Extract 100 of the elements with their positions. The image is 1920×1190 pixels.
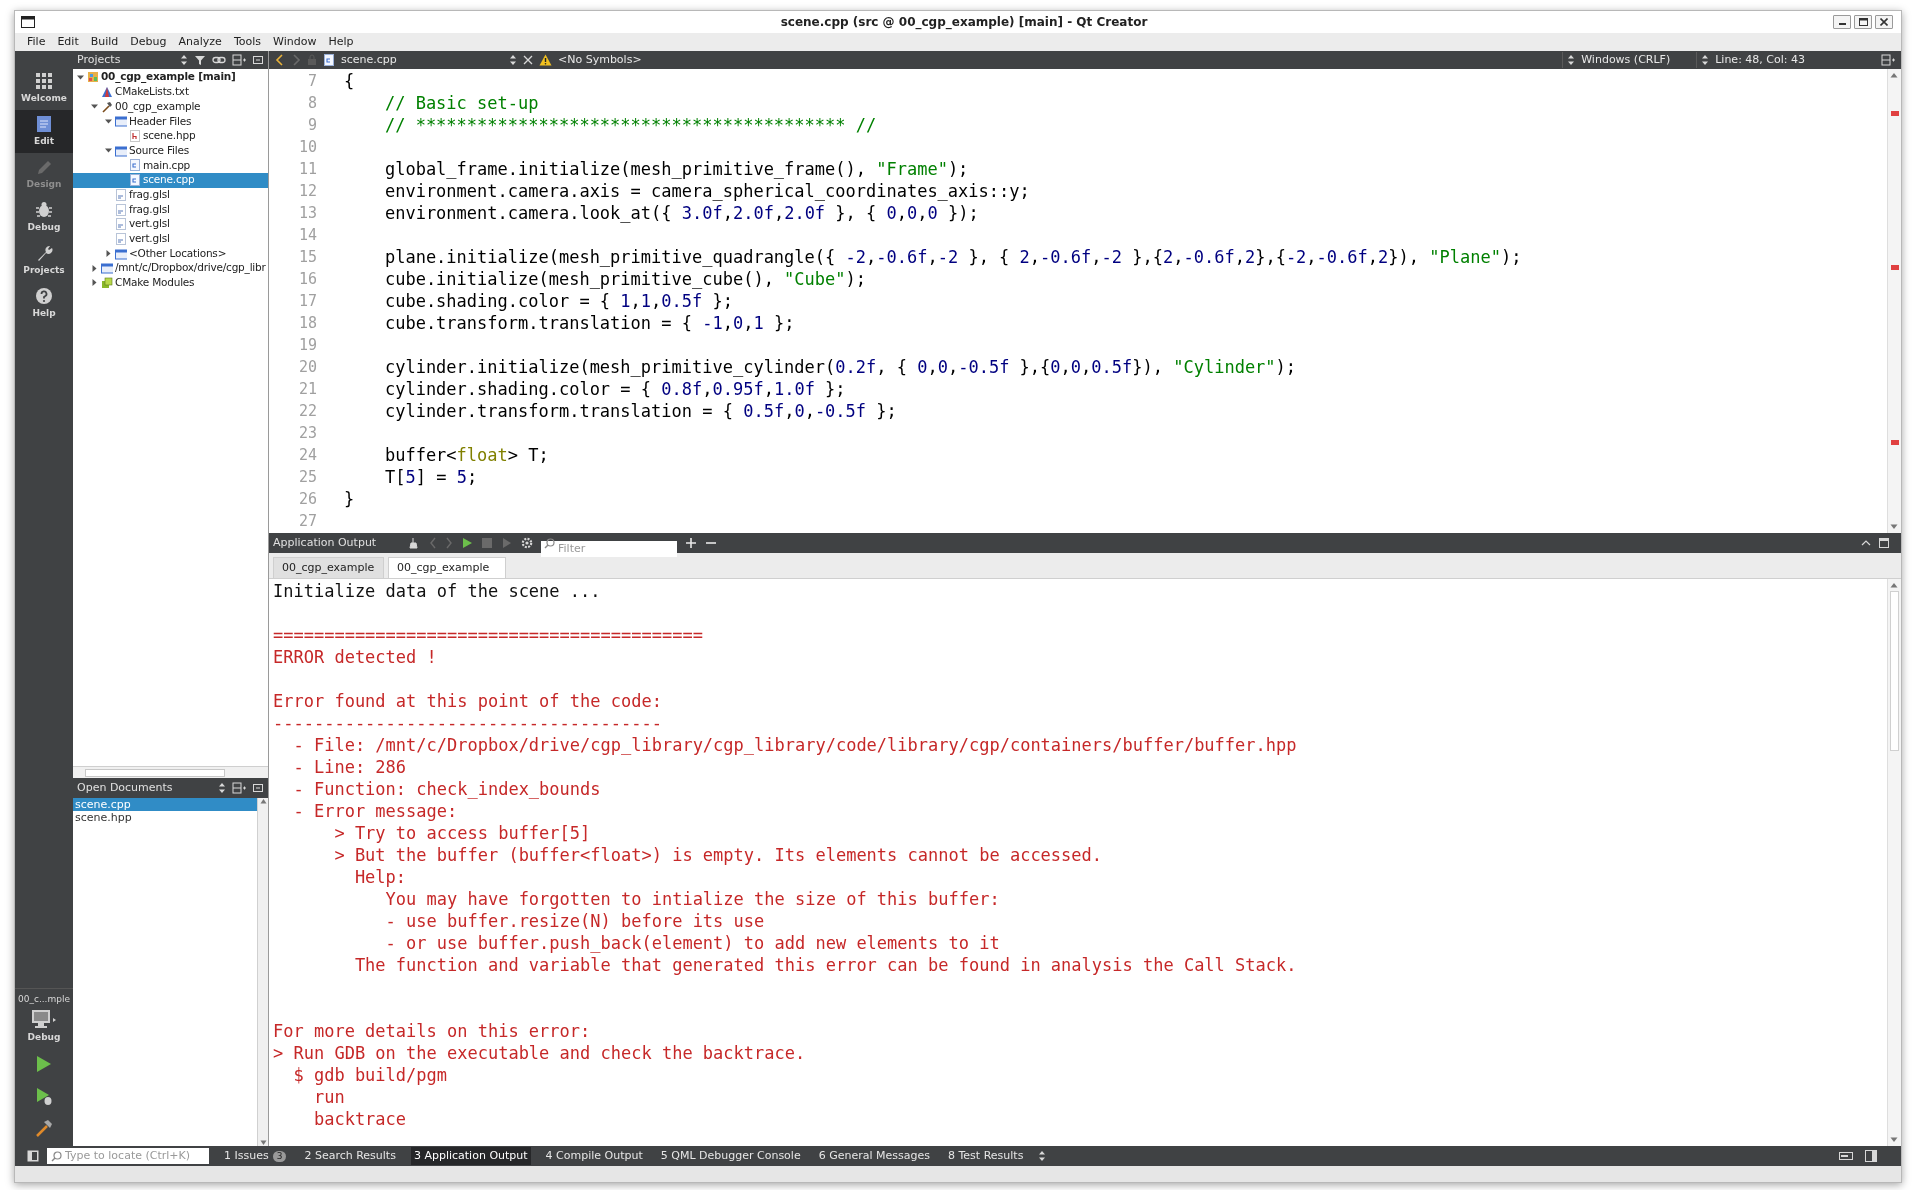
modules-icon — [101, 276, 113, 289]
tree-item[interactable]: Source Files — [73, 143, 268, 159]
menu-item[interactable]: Build — [90, 33, 119, 51]
maximize-button[interactable] — [1854, 15, 1872, 29]
document-item[interactable]: scene.hpp — [73, 811, 257, 824]
symbol-selector[interactable]: <No Symbols> — [558, 51, 642, 69]
output-pane-button[interactable]: 8 Test Results — [945, 1147, 1027, 1165]
mode-button[interactable]: Help — [15, 282, 73, 325]
plus-icon[interactable] — [685, 537, 697, 549]
menu-item[interactable]: File — [27, 33, 46, 51]
tree-item[interactable]: frag.glsl — [73, 202, 268, 217]
output-pane-button[interactable]: 6 General Messages — [815, 1147, 933, 1165]
folder-icon — [115, 247, 127, 260]
error-marker — [1891, 111, 1899, 116]
code-line: cylinder.initialize(mesh_primitive_cylinder(0.2f, { 0,0,-0.5f },{0,0,0.5f}), "Cylinder"); — [383, 356, 1298, 378]
settings-icon[interactable] — [521, 537, 533, 549]
file-selector[interactable]: scene.cpp — [341, 51, 517, 69]
tree-item[interactable]: frag.glsl — [73, 187, 268, 203]
progress-icon[interactable] — [1839, 1150, 1853, 1162]
tree-item[interactable]: vert.glsl — [73, 231, 268, 247]
menu-item[interactable]: Help — [328, 33, 354, 51]
tree-item[interactable]: <Other Locations> — [73, 246, 268, 261]
output-pane-button[interactable]: 4 Compile Output — [542, 1147, 646, 1165]
window-title: scene.cpp (src @ 00_cgp_example) [main] - Qt Creator — [780, 14, 1148, 31]
sort-icon[interactable] — [218, 782, 226, 794]
scroll-down-icon[interactable] — [1890, 524, 1898, 530]
sidebar-toggle-icon[interactable] — [1865, 1150, 1877, 1162]
line-number: 17 — [297, 291, 317, 312]
close-icon — [1880, 18, 1888, 26]
close-icon[interactable] — [523, 55, 533, 65]
close-pane-icon[interactable] — [252, 54, 264, 66]
split-icon[interactable] — [232, 782, 246, 794]
locate-field[interactable]: Type to locate (Ctrl+K) — [47, 1148, 209, 1165]
tree-item[interactable]: CMakeLists.txt — [73, 84, 268, 100]
tree-item[interactable]: 00_cgp_example [main] — [73, 70, 268, 85]
line-number: 27 — [297, 511, 317, 532]
output-line: For more details on this error: — [273, 1020, 592, 1042]
output-tab[interactable]: 00_cgp_example — [273, 557, 384, 578]
tree-item[interactable]: vert.glsl — [73, 216, 268, 232]
menu-item[interactable]: Edit — [57, 33, 79, 51]
folder-icon — [115, 144, 127, 157]
maximize-icon — [1858, 18, 1868, 26]
code-line: cube.transform.translation = { -1,0,1 }; — [383, 312, 796, 334]
document-item[interactable]: scene.cpp — [73, 798, 257, 811]
split-icon[interactable] — [1881, 54, 1895, 66]
tree-item[interactable]: 00_cgp_example — [73, 99, 268, 115]
output-line: - Function: check_index_bounds — [292, 778, 602, 800]
menu-item[interactable]: Tools — [233, 33, 261, 51]
mode-button[interactable]: Debug — [15, 196, 73, 239]
output-pane-button[interactable]: 5 QML Debugger Console — [657, 1147, 804, 1165]
output-pane-button[interactable]: 2 Search Results — [301, 1147, 399, 1165]
line-ending-selector[interactable]: Windows (CRLF) — [1562, 51, 1671, 69]
play-icon[interactable] — [461, 537, 473, 549]
close-pane-icon[interactable] — [252, 782, 264, 794]
mode-button[interactable]: Welcome — [15, 67, 73, 110]
tree-item[interactable]: Header Files — [73, 114, 268, 129]
hammer-icon — [34, 1118, 54, 1138]
scroll-up-icon[interactable] — [1890, 582, 1898, 588]
filter-icon[interactable] — [194, 54, 206, 66]
tree-item[interactable]: scene.cpp — [73, 172, 268, 188]
cursor-position[interactable]: Line: 48, Col: 43 — [1696, 51, 1805, 69]
output-tab[interactable]: 00_cgp_example — [388, 557, 506, 578]
updown-icon — [1567, 54, 1576, 66]
folder-icon — [115, 115, 127, 128]
code-line: T[5] = 5; — [383, 466, 479, 488]
output-pane-button[interactable]: 3 Application Output — [410, 1147, 531, 1165]
menu-item[interactable]: Debug — [130, 33, 167, 51]
scroll-thumb[interactable] — [1890, 591, 1899, 751]
tree-item[interactable]: main.cpp — [73, 158, 268, 173]
link-icon[interactable] — [212, 54, 226, 66]
back-icon[interactable] — [275, 54, 285, 66]
minimize-button[interactable] — [1833, 15, 1851, 29]
tree-item[interactable]: CMake Modules — [73, 275, 268, 291]
output-line: backtrace — [312, 1108, 408, 1130]
output-line: > But the buffer (buffer<float>) is empty. Its elements cannot be accessed. — [333, 844, 1104, 866]
collapse-icon[interactable] — [1861, 538, 1871, 548]
clear-icon[interactable] — [409, 537, 421, 549]
output-pane-button[interactable]: 1 Issues 3 — [221, 1147, 290, 1165]
sort-icon[interactable] — [180, 54, 188, 66]
glsl-file-icon — [115, 218, 127, 231]
mode-button[interactable]: Projects — [15, 239, 73, 282]
scroll-up-icon[interactable] — [1890, 72, 1898, 78]
updown-icon[interactable] — [1038, 1150, 1047, 1162]
vertical-scrollbar[interactable] — [257, 798, 268, 1146]
output-line: - use buffer.resize(N) before its use — [384, 910, 766, 932]
filter-field[interactable]: Filter — [541, 541, 677, 558]
tree-item[interactable]: scene.hpp — [73, 128, 268, 144]
mode-button[interactable]: Edit — [15, 110, 73, 153]
scroll-down-icon[interactable] — [1890, 1137, 1898, 1143]
document-icon — [34, 114, 54, 135]
search-icon — [544, 537, 555, 549]
horizontal-scrollbar[interactable] — [73, 766, 268, 778]
line-number: 16 — [297, 269, 317, 290]
tree-item[interactable]: /mnt/c/Dropbox/drive/cgp_libr — [73, 260, 268, 276]
close-button[interactable] — [1875, 15, 1893, 29]
split-icon[interactable] — [232, 54, 246, 66]
sidebar-toggle-icon[interactable] — [27, 1150, 39, 1162]
maximize-icon[interactable] — [1879, 538, 1889, 548]
menu-item[interactable]: Analyze — [178, 33, 222, 51]
menu-item[interactable]: Window — [273, 33, 317, 51]
